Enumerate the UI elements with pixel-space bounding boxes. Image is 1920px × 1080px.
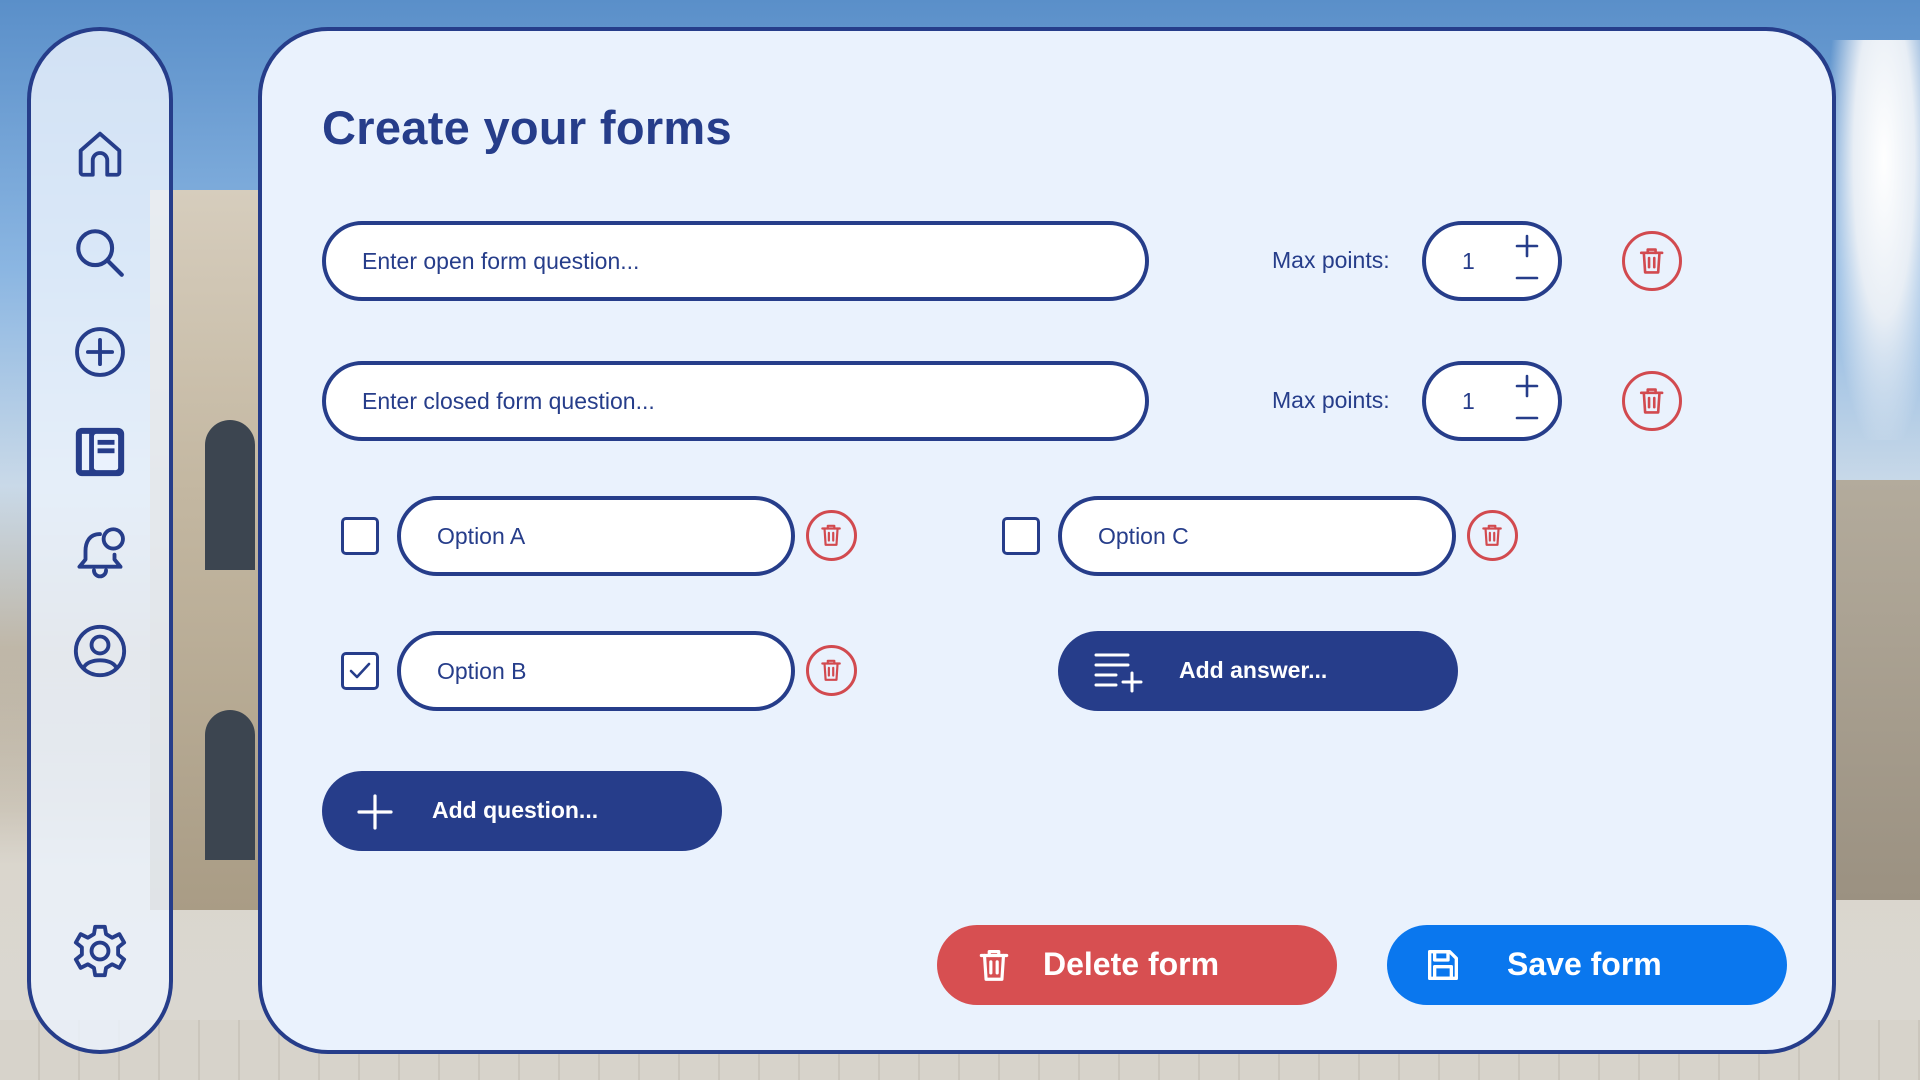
sidebar-item-profile[interactable] [68, 619, 132, 683]
minus-icon[interactable] [1512, 403, 1542, 433]
option-a-field[interactable] [397, 496, 795, 576]
gear-icon [73, 924, 127, 978]
max-points-value: 1 [1462, 388, 1475, 414]
sidebar-item-create[interactable] [68, 320, 132, 384]
add-question-label: Add question... [432, 797, 599, 823]
delete-form-label: Delete form [1043, 946, 1220, 982]
max-points-stepper[interactable]: 1 [1422, 361, 1562, 441]
sidebar-item-search[interactable] [68, 221, 132, 285]
background-clouds [1830, 40, 1920, 440]
add-list-item-icon [1094, 653, 1143, 693]
option-b-field[interactable] [397, 631, 795, 711]
option-b-input[interactable] [437, 657, 791, 685]
add-answer-label: Add answer... [1179, 657, 1328, 683]
max-points-label: Max points: [1272, 247, 1390, 273]
option-a-input[interactable] [437, 522, 791, 550]
home-icon [78, 131, 122, 177]
max-points-label: Max points: [1272, 387, 1390, 413]
checkmark-icon [349, 662, 371, 679]
save-icon [1428, 950, 1458, 980]
user-circle-icon [73, 624, 127, 678]
save-form-button[interactable]: Save form [1387, 925, 1787, 1005]
add-answer-button[interactable]: Add answer... [1058, 631, 1458, 711]
option-c-field[interactable] [1058, 496, 1456, 576]
sidebar-item-settings[interactable] [68, 919, 132, 983]
background-building-right [1830, 480, 1920, 900]
open-question-input[interactable] [362, 247, 1145, 275]
plus-circle-icon [75, 327, 125, 377]
page-title: Create your forms [322, 101, 732, 154]
trash-icon [1640, 388, 1664, 415]
minus-icon[interactable] [1512, 263, 1542, 293]
max-points-stepper[interactable]: 1 [1422, 221, 1562, 301]
max-points-value: 1 [1462, 248, 1475, 274]
sidebar-item-home[interactable] [68, 121, 132, 185]
option-c-checkbox[interactable] [1002, 517, 1040, 555]
bell-icon [77, 527, 125, 579]
delete-question-button[interactable] [1622, 371, 1682, 431]
sidebar [27, 27, 173, 1054]
option-a-checkbox[interactable] [341, 517, 379, 555]
trash-icon [821, 660, 842, 682]
trash-icon [1482, 525, 1503, 547]
option-b-checkbox[interactable] [341, 652, 379, 690]
delete-question-button[interactable] [1622, 231, 1682, 291]
delete-option-b-button[interactable] [806, 645, 857, 696]
delete-option-a-button[interactable] [806, 510, 857, 561]
sidebar-item-forms[interactable] [68, 420, 132, 484]
closed-question-input[interactable] [362, 387, 1145, 415]
open-question-field[interactable] [322, 221, 1149, 301]
delete-option-c-button[interactable] [1467, 510, 1518, 561]
add-question-button[interactable]: Add question... [322, 771, 722, 851]
delete-form-button[interactable]: Delete form [937, 925, 1337, 1005]
notebook-icon [75, 427, 125, 477]
search-icon [76, 229, 124, 277]
plus-icon [357, 794, 393, 830]
plus-icon[interactable] [1512, 371, 1542, 401]
sidebar-item-notifications[interactable] [68, 519, 132, 583]
trash-icon [1640, 248, 1664, 275]
closed-question-field[interactable] [322, 361, 1149, 441]
save-form-label: Save form [1507, 946, 1662, 982]
trash-icon [979, 949, 1009, 981]
trash-icon [821, 525, 842, 547]
option-c-input[interactable] [1098, 522, 1452, 550]
plus-icon[interactable] [1512, 231, 1542, 261]
